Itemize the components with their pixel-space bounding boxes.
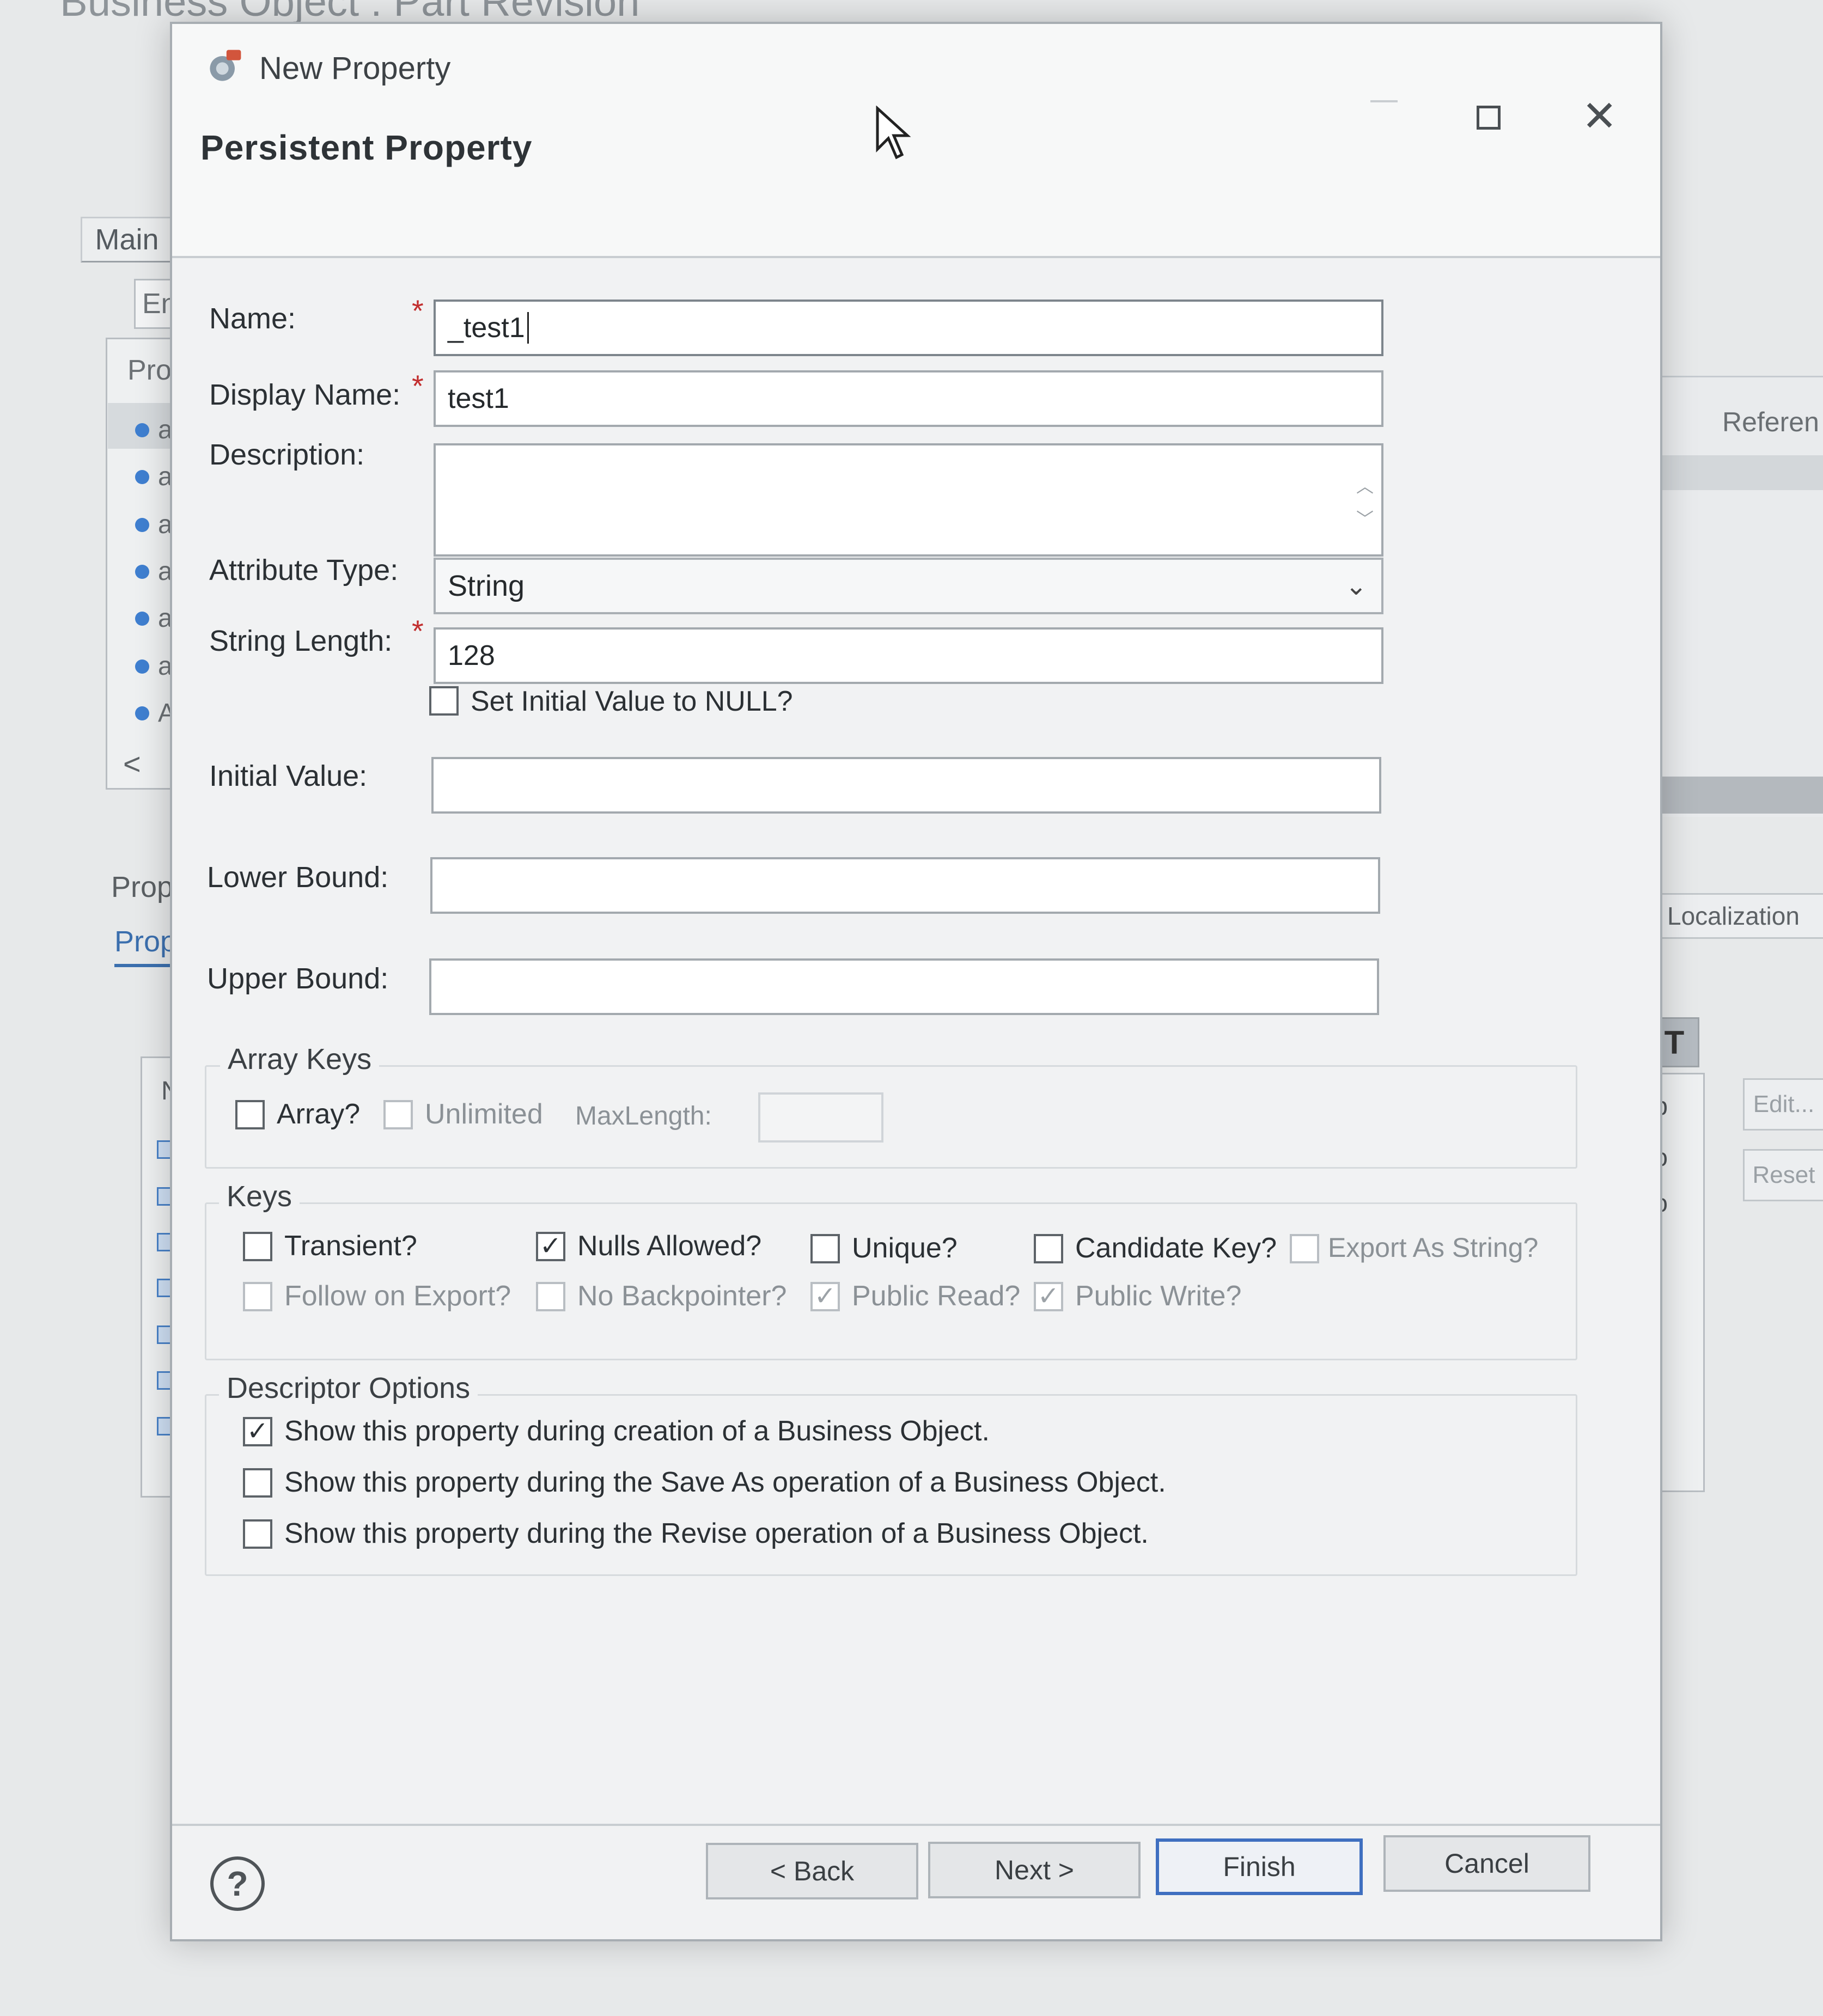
tab-main[interactable]: Main <box>81 217 173 262</box>
nulls-allowed-checkbox[interactable]: ✓ <box>536 1232 565 1261</box>
follow-on-export-checkbox[interactable] <box>243 1282 272 1311</box>
display-name-label: Display Name: <box>209 378 401 411</box>
bullet-icon <box>135 659 149 674</box>
required-marker: * <box>412 369 424 403</box>
unique-label: Unique? <box>852 1232 958 1264</box>
initial-value-label: Initial Value: <box>209 760 368 792</box>
list-item[interactable]: A <box>135 698 175 728</box>
candidate-key-label: Candidate Key? <box>1075 1232 1277 1264</box>
references-selected-row[interactable] <box>1650 455 1823 490</box>
dialog-title: New Property <box>259 51 451 86</box>
follow-on-export-label: Follow on Export? <box>284 1280 511 1312</box>
public-read-checkbox[interactable]: ✓ <box>810 1282 840 1311</box>
public-read-label: Public Read? <box>852 1280 1021 1312</box>
help-icon[interactable]: ? <box>210 1856 265 1911</box>
array-label: Array? <box>277 1098 361 1130</box>
array-keys-title: Array Keys <box>220 1042 380 1076</box>
attribute-type-select[interactable]: String ⌄ <box>434 558 1383 614</box>
show-on-save-as-label: Show this property during the Save As op… <box>284 1467 1166 1498</box>
new-property-dialog: New Property ✕ Persistent Property Name:… <box>170 22 1662 1941</box>
string-length-label: String Length: <box>209 625 393 657</box>
close-icon[interactable]: ✕ <box>1582 95 1617 137</box>
export-as-string-label: Export As String? <box>1328 1232 1539 1263</box>
show-on-revise-checkbox[interactable] <box>243 1519 272 1549</box>
public-write-checkbox[interactable]: ✓ <box>1034 1282 1063 1311</box>
initial-value-field[interactable] <box>431 757 1381 814</box>
show-on-create-label: Show this property during creation of a … <box>284 1415 990 1447</box>
lower-bound-field[interactable] <box>430 857 1380 914</box>
array-checkbox[interactable] <box>235 1100 265 1129</box>
set-null-checkbox[interactable] <box>429 686 459 716</box>
properties-list-header: Pro <box>127 355 172 386</box>
unique-checkbox[interactable] <box>810 1234 840 1263</box>
tab-properties-outer[interactable]: Prop <box>111 870 173 904</box>
export-as-string-checkbox[interactable] <box>1290 1234 1319 1263</box>
no-backpointer-checkbox[interactable] <box>536 1282 565 1311</box>
back-button[interactable]: < Back <box>706 1843 918 1899</box>
show-on-create-checkbox[interactable]: ✓ <box>243 1417 272 1446</box>
list-item[interactable]: a <box>135 462 173 492</box>
string-length-field[interactable]: 128 <box>434 627 1383 684</box>
unlimited-checkbox[interactable] <box>383 1100 413 1129</box>
description-label: Description: <box>209 438 365 471</box>
list-item[interactable]: a <box>135 651 173 681</box>
maximize-icon[interactable] <box>1477 106 1501 130</box>
no-backpointer-label: No Backpointer? <box>577 1280 787 1312</box>
reset-button[interactable]: Reset <box>1743 1149 1823 1201</box>
list-item[interactable]: a <box>135 510 173 540</box>
minimize-icon[interactable] <box>1370 100 1398 102</box>
list-item[interactable]: a <box>135 557 173 587</box>
bullet-icon <box>135 469 149 484</box>
tab-localization[interactable]: Localization <box>1656 893 1823 939</box>
finish-button[interactable]: Finish <box>1156 1838 1363 1895</box>
public-write-label: Public Write? <box>1075 1280 1242 1312</box>
nulls-allowed-label: Nulls Allowed? <box>577 1230 762 1262</box>
description-textarea[interactable]: ︿ ﹀ <box>434 443 1383 557</box>
bullet-icon <box>135 564 149 579</box>
cancel-button[interactable]: Cancel <box>1383 1835 1590 1892</box>
required-marker: * <box>412 614 424 648</box>
scroll-left-arrow-icon[interactable]: < <box>123 746 141 781</box>
references-scrollbar[interactable] <box>1634 777 1823 814</box>
maxlength-label: MaxLength: <box>575 1102 712 1131</box>
app-icon <box>210 50 241 81</box>
descriptor-options-title: Descriptor Options <box>219 1371 478 1405</box>
name-field[interactable]: _test1 <box>434 300 1383 356</box>
upper-bound-field[interactable] <box>429 958 1379 1015</box>
upper-bound-label: Upper Bound: <box>207 962 389 995</box>
keys-title: Keys <box>219 1180 300 1213</box>
tab-properties-inner[interactable]: Prop <box>114 925 177 967</box>
bullet-icon <box>135 706 149 720</box>
display-name-field[interactable]: test1 <box>434 370 1383 427</box>
scroll-up-icon[interactable]: ︿ <box>1356 473 1374 498</box>
required-marker: * <box>412 294 424 328</box>
transient-label: Transient? <box>284 1230 417 1262</box>
transient-checkbox[interactable] <box>243 1232 272 1261</box>
references-panel <box>1645 376 1823 817</box>
maxlength-field[interactable] <box>758 1092 883 1143</box>
candidate-key-checkbox[interactable] <box>1034 1234 1063 1263</box>
scroll-down-icon[interactable]: ﹀ <box>1356 505 1374 530</box>
page-title: Persistent Property <box>200 128 533 167</box>
list-item[interactable]: a <box>135 603 173 633</box>
set-null-label: Set Initial Value to NULL? <box>471 686 793 717</box>
edit-button[interactable]: Edit... <box>1743 1078 1823 1131</box>
references-header: Referen <box>1722 407 1819 437</box>
lower-bound-label: Lower Bound: <box>207 861 389 894</box>
screen: Business Object : Part Revision Main Ent… <box>0 0 1823 2016</box>
attribute-type-label: Attribute Type: <box>209 554 399 587</box>
name-label: Name: <box>209 302 296 335</box>
footer-separator <box>172 1824 1660 1826</box>
chevron-down-icon: ⌄ <box>1345 572 1367 601</box>
bullet-icon <box>135 611 149 626</box>
bullet-icon <box>135 423 149 437</box>
show-on-revise-label: Show this property during the Revise ope… <box>284 1518 1149 1549</box>
next-button[interactable]: Next > <box>928 1842 1141 1898</box>
list-item[interactable]: a <box>135 415 173 445</box>
mouse-pointer-icon <box>876 106 911 160</box>
bullet-icon <box>135 517 149 532</box>
unlimited-label: Unlimited <box>425 1098 543 1130</box>
show-on-save-as-checkbox[interactable] <box>243 1468 272 1498</box>
